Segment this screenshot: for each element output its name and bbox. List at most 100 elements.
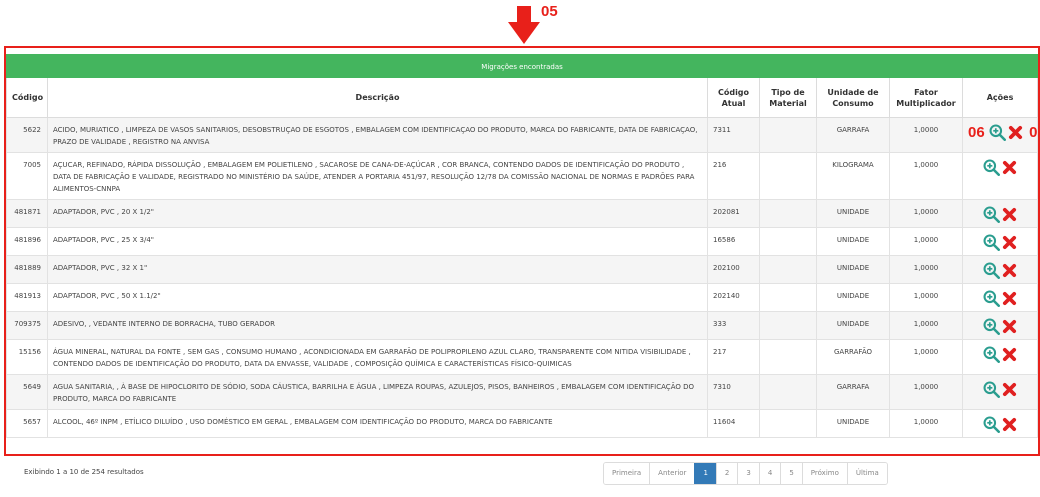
cell-codigo: 15156 [6,339,48,375]
cell-fator: 1,0000 [889,255,963,284]
page-link-anterior[interactable]: Anterior [649,463,695,484]
cell-codigo: 7005 [6,152,48,200]
cell-acoes [961,255,1039,284]
cell-fator: 1,0000 [889,199,963,228]
delete-x-icon[interactable] [1002,382,1017,397]
page-link-5[interactable]: 5 [780,463,802,484]
cell-descricao: ADAPTADOR, PVC , 50 X 1.1/2" [47,283,708,312]
cell-tipo-material [759,311,817,340]
delete-x-icon[interactable] [1002,207,1017,222]
page-link-4[interactable]: 4 [758,463,781,484]
cell-codigo: 5657 [6,409,48,438]
zoom-in-icon[interactable] [983,416,1001,433]
cell-unidade: UNIDADE [816,227,890,256]
zoom-in-icon[interactable] [983,206,1001,223]
cell-fator: 1,0000 [889,339,963,375]
cell-codigo-atual: 333 [707,311,760,340]
cell-codigo-atual: 217 [707,339,760,375]
page-link-primeira[interactable]: Primeira [604,463,650,484]
cell-acoes [961,409,1039,438]
cell-unidade: UNIDADE [816,283,890,312]
annotation-label-07: 07 [1029,123,1040,141]
cell-acoes: 06 07 [961,117,1040,153]
page-link-1[interactable]: 1 [694,463,716,484]
header-codigo-atual[interactable]: Código Atual [707,77,760,118]
annotation-label-05: 05 [541,3,558,20]
delete-x-icon[interactable] [1002,235,1017,250]
cell-unidade: UNIDADE [816,311,890,340]
zoom-in-icon[interactable] [983,234,1001,251]
table-row: 481913 ADAPTADOR, PVC , 50 X 1.1/2" 2021… [6,283,1039,312]
zoom-in-icon[interactable] [983,159,1001,176]
cell-descricao: ÁGUA MINERAL, NATURAL DA FONTE , SEM GAS… [47,339,708,375]
zoom-in-icon[interactable] [983,346,1001,363]
cell-tipo-material [759,152,817,200]
migrations-table: Migrações encontradas Código Descrição C… [5,54,1040,438]
header-unidade-consumo[interactable]: Unidade de Consumo [816,77,890,118]
delete-x-icon[interactable] [1002,160,1017,175]
cell-acoes [961,227,1039,256]
cell-tipo-material [759,339,817,375]
cell-codigo: 5622 [6,117,48,153]
delete-x-icon[interactable] [1002,263,1017,278]
page-link-3[interactable]: 3 [737,463,759,484]
cell-codigo-atual: 202100 [707,255,760,284]
zoom-in-icon[interactable] [983,262,1001,279]
cell-unidade: UNIDADE [816,255,890,284]
cell-fator: 1,0000 [889,374,963,410]
cell-descricao: ALCOOL, 46º INPM , ETÍLICO DILUÍDO , USO… [47,409,708,438]
cell-unidade: GARRAFA [816,117,890,153]
cell-codigo: 5649 [6,374,48,410]
delete-x-icon[interactable] [1002,291,1017,306]
delete-x-icon[interactable] [1002,417,1017,432]
cell-fator: 1,0000 [889,311,963,340]
header-fator[interactable]: Fator Multiplicador [889,77,963,118]
cell-fator: 1,0000 [889,283,963,312]
cell-descricao: ADAPTADOR, PVC , 25 X 3/4" [47,227,708,256]
cell-tipo-material [759,227,817,256]
page-link-próximo[interactable]: Próximo [801,463,847,484]
table-row: 5657 ALCOOL, 46º INPM , ETÍLICO DILUÍDO … [6,409,1039,438]
cell-descricao: ADAPTADOR, PVC , 32 X 1" [47,255,708,284]
zoom-in-icon[interactable] [983,381,1001,398]
down-arrow-icon [508,6,540,44]
zoom-in-icon[interactable] [989,124,1006,141]
cell-fator: 1,0000 [889,409,963,438]
cell-unidade: GARRAFÃO [816,339,890,375]
cell-codigo-atual: 7310 [707,374,760,410]
header-tipo-material[interactable]: Tipo de Material [759,77,817,118]
cell-fator: 1,0000 [889,152,963,200]
cell-tipo-material [759,255,817,284]
table-row: 15156 ÁGUA MINERAL, NATURAL DA FONTE , S… [6,339,1039,375]
cell-codigo-atual: 16586 [707,227,760,256]
cell-codigo: 481889 [6,255,48,284]
delete-x-icon[interactable] [1002,319,1017,334]
cell-codigo-atual: 11604 [707,409,760,438]
cell-tipo-material [759,409,817,438]
delete-x-icon[interactable] [1008,125,1023,140]
table-row: 5622 ACIDO, MURIATICO , LIMPEZA DE VASOS… [6,117,1040,153]
header-descricao[interactable]: Descrição [47,77,708,118]
cell-tipo-material [759,199,817,228]
header-acoes: Ações [961,77,1039,118]
delete-x-icon[interactable] [1002,347,1017,362]
cell-tipo-material [759,374,817,410]
page-link-2[interactable]: 2 [715,463,738,484]
cell-codigo: 481913 [6,283,48,312]
page-link-última[interactable]: Última [846,463,887,484]
table-banner: Migrações encontradas [5,54,1039,78]
zoom-in-icon[interactable] [983,290,1001,307]
cell-descricao: ADESIVO, , VEDANTE INTERNO DE BORRACHA, … [47,311,708,340]
table-row: 481871 ADAPTADOR, PVC , 20 X 1/2" 202081… [6,199,1039,228]
cell-codigo-atual: 7311 [707,117,760,153]
cell-unidade: UNIDADE [816,409,890,438]
cell-acoes [961,374,1039,410]
cell-unidade: KILOGRAMA [816,152,890,200]
header-codigo[interactable]: Código [6,77,48,118]
cell-acoes [961,199,1039,228]
table-row: 481896 ADAPTADOR, PVC , 25 X 3/4" 16586 … [6,227,1039,256]
cell-unidade: GARRAFA [816,374,890,410]
cell-fator: 1,0000 [889,117,963,153]
cell-acoes [961,283,1039,312]
zoom-in-icon[interactable] [983,318,1001,335]
